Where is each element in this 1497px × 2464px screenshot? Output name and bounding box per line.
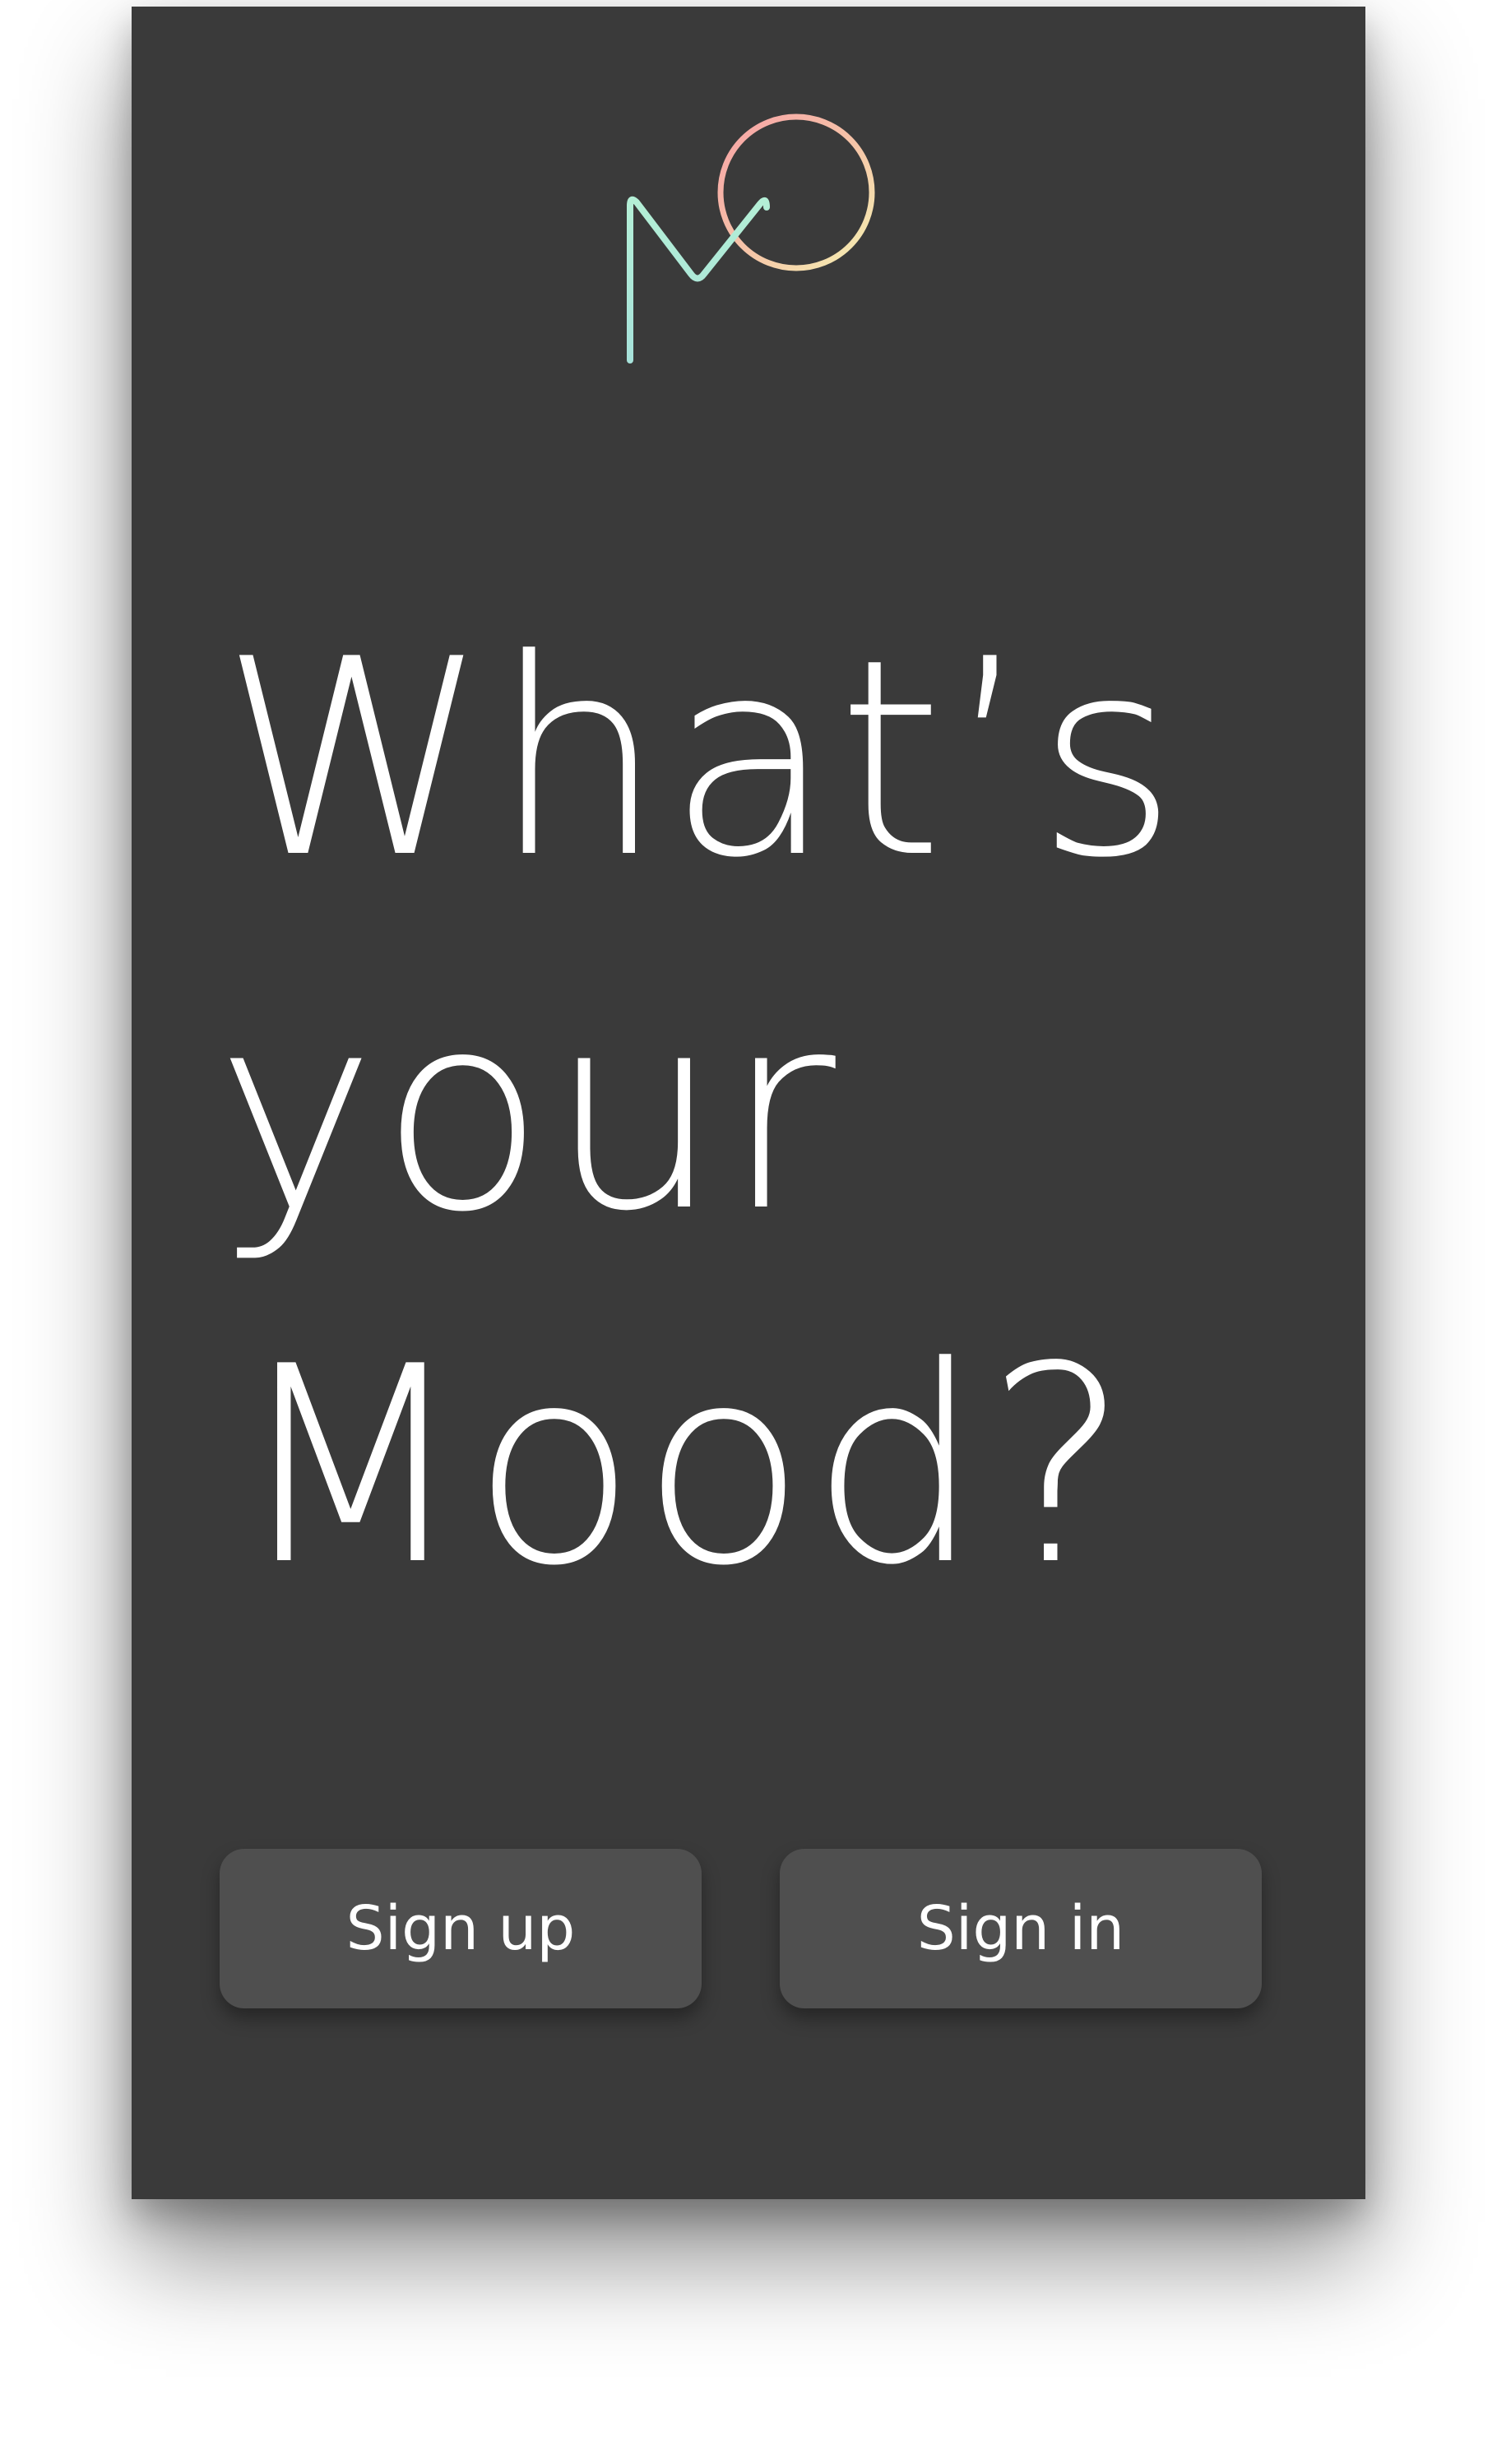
headline: What’s your Mood? [216,582,1181,1643]
mood-monogram-icon [627,113,875,364]
app-screen: What’s your Mood? Sign up Sign in [132,7,1365,2199]
headline-line-1: What’s [220,601,1181,917]
headline-line-3: Mood? [234,1308,1133,1624]
headline-line-2: your [216,955,840,1271]
sign-in-button[interactable]: Sign in [780,1849,1262,2008]
sign-up-button[interactable]: Sign up [220,1849,702,2008]
